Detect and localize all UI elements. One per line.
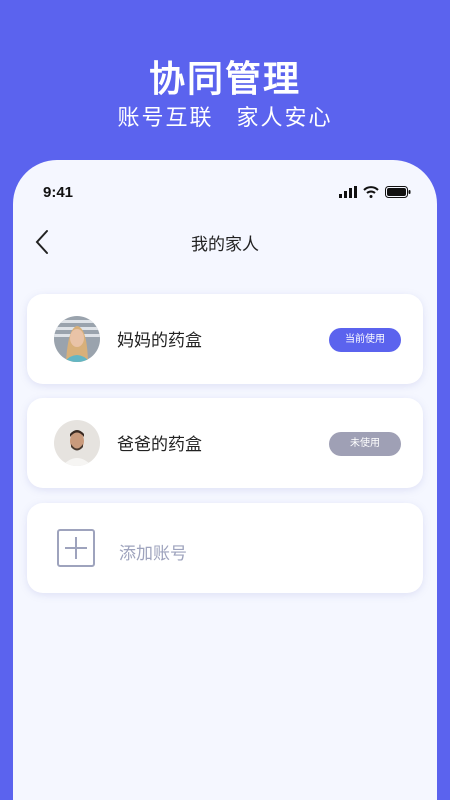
status-bar: 9:41 [13,182,437,204]
account-card-dad[interactable]: 爸爸的药盒 未使用 [27,398,423,488]
female-avatar [54,316,100,362]
hero-title: 协同管理 [148,59,301,100]
male-avatar [54,420,100,466]
current-badge[interactable]: 当前使用 [329,328,401,352]
wifi-icon [363,186,379,198]
phone-screen: 9:41 我的家人 妈妈的药盒 当前使用 爸爸的药盒 未使用 添加账号 [13,160,437,800]
page-title: 我的家人 [191,235,259,255]
account-label: 爸爸的药盒 [117,435,202,455]
add-account-label: 添加账号 [119,544,187,564]
account-label: 妈妈的药盒 [117,331,202,351]
hero-subtitle: 账号互联 家人安心 [117,106,333,131]
add-account-button[interactable]: 添加账号 [27,503,423,593]
plus-square-icon [57,529,95,567]
battery-icon [385,186,411,198]
account-card-mom[interactable]: 妈妈的药盒 当前使用 [27,294,423,384]
status-time: 9:41 [43,184,74,201]
status-icons [339,186,411,198]
unused-badge[interactable]: 未使用 [329,432,401,456]
nav-bar: 我的家人 [13,224,437,260]
signal-icon [339,186,357,198]
